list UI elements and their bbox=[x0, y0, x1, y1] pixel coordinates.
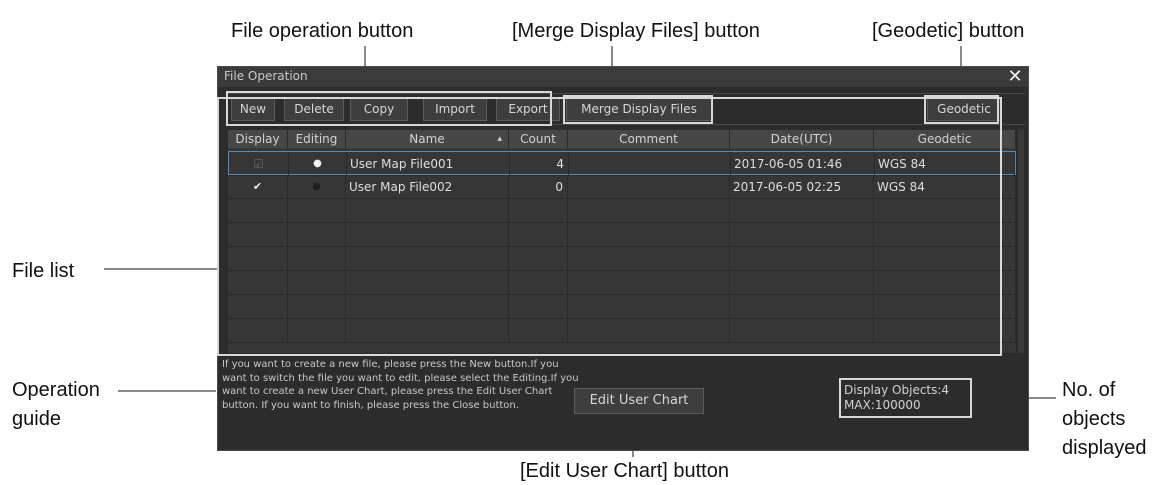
table-row[interactable]: ☑ ● User Map File001 4 2017-06-05 01:46 … bbox=[228, 151, 1016, 176]
editing-radio[interactable]: ● bbox=[288, 175, 346, 199]
export-button[interactable]: Export bbox=[496, 97, 560, 121]
column-count[interactable]: Count bbox=[509, 130, 568, 148]
sort-asc-icon: ▴ bbox=[497, 134, 502, 144]
column-name[interactable]: Name ▴ bbox=[346, 130, 509, 148]
empty-row bbox=[228, 319, 1016, 343]
merge-display-files-button[interactable]: Merge Display Files bbox=[566, 97, 712, 121]
column-geodetic[interactable]: Geodetic bbox=[874, 130, 1016, 148]
callout-objects-2: objects bbox=[1062, 408, 1126, 430]
callout-objects-1: No. of bbox=[1062, 379, 1116, 401]
geodetic-button[interactable]: Geodetic bbox=[927, 97, 1001, 121]
column-comment[interactable]: Comment bbox=[568, 130, 730, 148]
file-comment bbox=[568, 175, 730, 199]
file-count: 4 bbox=[510, 152, 569, 176]
new-button[interactable]: New bbox=[231, 97, 275, 121]
import-button[interactable]: Import bbox=[423, 97, 487, 121]
callout-file-operation-button: File operation button bbox=[231, 20, 414, 42]
column-display[interactable]: Display bbox=[228, 130, 288, 148]
column-name-label: Name bbox=[409, 132, 445, 146]
file-list: Display Editing Name ▴ Count Comment Dat… bbox=[228, 130, 1016, 353]
table-row[interactable]: ✔ ● User Map File002 0 2017-06-05 02:25 … bbox=[228, 175, 1016, 199]
callout-geodetic-button: [Geodetic] button bbox=[872, 20, 1025, 42]
copy-button[interactable]: Copy bbox=[350, 97, 408, 121]
edit-user-chart-button[interactable]: Edit User Chart bbox=[574, 388, 704, 414]
leader-operation-guide bbox=[118, 390, 216, 392]
empty-row bbox=[228, 223, 1016, 247]
callout-objects-3: displayed bbox=[1062, 437, 1147, 459]
leader-file-list bbox=[104, 268, 217, 270]
file-count: 0 bbox=[509, 175, 568, 199]
delete-button[interactable]: Delete bbox=[284, 97, 344, 121]
close-icon[interactable]: ✕ bbox=[1006, 67, 1024, 87]
operation-guide: If you want to create a new file, please… bbox=[222, 359, 579, 411]
display-objects-max: MAX:100000 bbox=[844, 398, 921, 412]
empty-row bbox=[228, 247, 1016, 271]
display-checkbox[interactable]: ✔ bbox=[228, 175, 288, 199]
callout-file-list: File list bbox=[12, 260, 75, 282]
callout-operation-guide-2: guide bbox=[12, 408, 61, 430]
display-checkbox[interactable]: ☑ bbox=[229, 152, 289, 176]
display-objects-count: Display Objects:4 bbox=[844, 383, 950, 397]
callout-merge-display-files-button: [Merge Display Files] button bbox=[512, 20, 760, 42]
window-title: File Operation bbox=[224, 69, 308, 83]
file-name: User Map File002 bbox=[346, 175, 509, 199]
column-editing[interactable]: Editing bbox=[288, 130, 346, 148]
scrollbar-track[interactable] bbox=[1018, 130, 1024, 353]
file-date: 2017-06-05 01:46 bbox=[731, 152, 875, 176]
callout-edit-user-chart-button: [Edit User Chart] button bbox=[520, 460, 729, 482]
file-name: User Map File001 bbox=[347, 152, 510, 176]
file-geodetic: WGS 84 bbox=[874, 175, 1016, 199]
file-operation-window: File Operation ✕ New Delete Copy Import … bbox=[217, 66, 1029, 451]
title-bar: File Operation ✕ bbox=[218, 67, 1028, 87]
empty-row bbox=[228, 271, 1016, 295]
file-geodetic: WGS 84 bbox=[875, 152, 1015, 176]
editing-radio[interactable]: ● bbox=[289, 152, 347, 176]
file-comment bbox=[569, 152, 731, 176]
callout-operation-guide-1: Operation bbox=[12, 379, 100, 401]
empty-row bbox=[228, 295, 1016, 319]
column-date[interactable]: Date(UTC) bbox=[730, 130, 874, 148]
empty-row bbox=[228, 199, 1016, 223]
file-date: 2017-06-05 02:25 bbox=[730, 175, 874, 199]
objects-displayed: Display Objects:4 MAX:100000 bbox=[844, 383, 949, 413]
